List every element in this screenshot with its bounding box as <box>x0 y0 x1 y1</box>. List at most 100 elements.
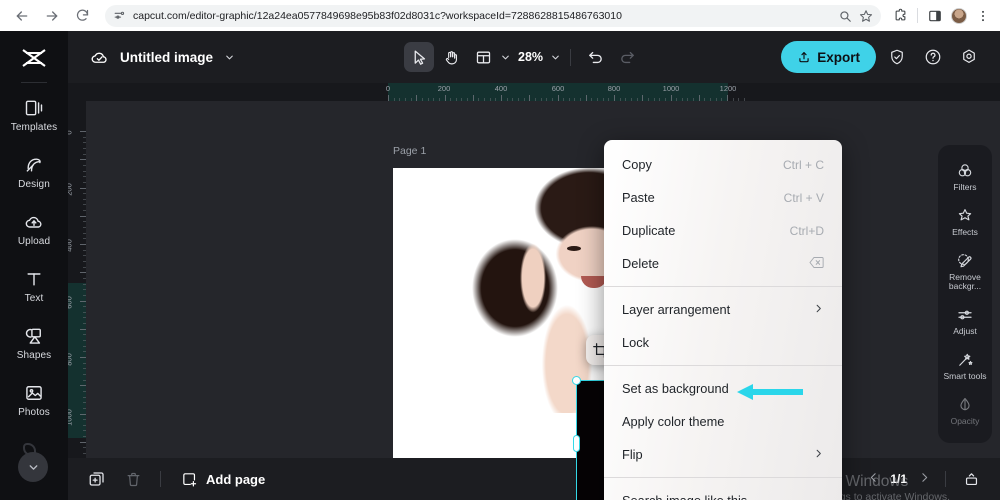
sidebar-item-shapes[interactable]: Shapes <box>0 315 68 372</box>
context-menu-item[interactable]: Search image like this <box>604 484 842 500</box>
context-menu-item[interactable]: Duplicate Ctrl+D <box>604 214 842 247</box>
add-page-label: Add page <box>206 471 266 487</box>
prev-page-button[interactable] <box>864 471 882 487</box>
canvas-area[interactable]: 0 200 400 600 800 1000 1200 0 200 400 60… <box>68 83 1000 500</box>
duplicate-page-button[interactable] <box>84 466 110 492</box>
ruler-tick <box>574 98 576 101</box>
sidebar-item-label: Design <box>18 179 50 190</box>
address-bar[interactable]: capcut.com/editor-graphic/12a24ea0577849… <box>105 4 881 27</box>
ruler-tick-label: 1000 <box>68 409 74 426</box>
star-icon[interactable] <box>859 9 873 23</box>
ruler-tick <box>83 238 86 240</box>
undo-button[interactable] <box>580 42 610 72</box>
ruler-tick <box>416 95 418 101</box>
shield-button[interactable] <box>882 42 912 72</box>
sidebar-item-text[interactable]: Text <box>0 258 68 315</box>
right-tool-opacity[interactable]: Opacity <box>938 389 992 434</box>
sidebar-item-label: Text <box>24 293 44 304</box>
divider <box>570 48 572 66</box>
ruler-tick <box>83 345 86 347</box>
ruler-tick <box>472 95 474 101</box>
present-button[interactable] <box>958 466 984 492</box>
right-tool-effects[interactable]: Effects <box>938 200 992 245</box>
gear-icon <box>963 49 975 64</box>
right-tool-remove-background[interactable]: Remove backgr... <box>938 245 992 300</box>
horizontal-ruler[interactable]: 0 200 400 600 800 1000 1200 <box>68 83 1000 101</box>
ruler-tick <box>80 357 86 358</box>
undo-icon <box>588 51 602 63</box>
extensions-button[interactable] <box>889 5 911 27</box>
right-tool-adjust[interactable]: Adjust <box>938 299 992 344</box>
smart-tools-wand-icon <box>959 353 973 366</box>
browser-actions <box>889 5 1000 27</box>
ruler-tick <box>83 147 86 149</box>
zoom-chevron-down-icon[interactable] <box>550 52 561 63</box>
hand-tool-button[interactable] <box>436 42 466 72</box>
ruler-corner <box>68 83 86 101</box>
select-tool-button[interactable] <box>404 42 434 72</box>
sidebar-item-photos[interactable]: Photos <box>0 372 68 429</box>
browser-menu-button[interactable] <box>972 5 994 27</box>
sidebar-item-upload[interactable]: Upload <box>0 201 68 258</box>
help-button[interactable] <box>918 42 948 72</box>
right-tool-filters[interactable]: Filters <box>938 155 992 200</box>
page-zoom-icon[interactable] <box>838 9 852 23</box>
ruler-tick <box>642 95 644 101</box>
sidebar-item-templates[interactable]: Templates <box>0 87 68 144</box>
document-title-group[interactable]: Untitled image <box>90 48 235 67</box>
context-menu: Copy Ctrl + C Paste Ctrl + V Duplicate Ctrl+D… <box>604 140 842 500</box>
ruler-tick <box>80 300 86 302</box>
capcut-logo[interactable] <box>17 45 51 71</box>
back-button[interactable] <box>9 3 35 29</box>
forward-button[interactable] <box>39 3 65 29</box>
ruler-tick <box>83 379 86 381</box>
ruler-tick <box>732 98 734 101</box>
context-menu-item[interactable]: Set as background <box>604 372 842 405</box>
ruler-tick <box>83 260 86 262</box>
context-menu-item[interactable]: Lock <box>604 326 842 359</box>
ruler-tick <box>602 98 604 101</box>
context-menu-item[interactable]: Delete <box>604 247 842 280</box>
context-menu-divider <box>604 286 842 287</box>
delete-page-button[interactable] <box>120 466 146 492</box>
chevron-down-icon[interactable] <box>224 52 235 63</box>
context-menu-item[interactable]: Flip <box>604 438 842 471</box>
reload-button[interactable] <box>69 3 95 29</box>
zoom-level[interactable]: 28% <box>513 50 548 64</box>
settings-button[interactable] <box>954 42 984 72</box>
vertical-ruler[interactable]: 0 200 400 600 800 1000 200 <box>68 83 86 500</box>
next-page-button[interactable] <box>915 471 933 487</box>
ruler-tick <box>427 98 429 101</box>
right-tool-smart-tools[interactable]: Smart tools <box>938 344 992 389</box>
divider <box>945 471 946 487</box>
three-dots-menu-icon <box>982 10 984 21</box>
ruler-tick <box>410 98 412 101</box>
trash-icon <box>127 472 139 486</box>
sidebar-item-design[interactable]: Design <box>0 144 68 201</box>
add-page-button[interactable]: Add page <box>181 471 265 488</box>
export-button[interactable]: Export <box>781 41 876 73</box>
ruler-tick <box>83 221 86 223</box>
sidebar-item-label: Templates <box>10 122 58 133</box>
ruler-tick <box>83 368 86 370</box>
context-menu-item[interactable]: Paste Ctrl + V <box>604 181 842 214</box>
ruler-tick <box>534 98 536 101</box>
layout-tool-button[interactable] <box>468 42 498 72</box>
sidebar-collapse-button[interactable] <box>18 443 48 482</box>
layout-chevron-down-icon[interactable] <box>500 52 511 63</box>
effects-star-icon <box>958 208 972 221</box>
context-menu-divider <box>604 477 842 478</box>
shapes-icon <box>25 328 41 344</box>
resize-handle-left-middle[interactable] <box>572 435 580 452</box>
context-menu-item[interactable]: Copy Ctrl + C <box>604 148 842 181</box>
export-label: Export <box>817 49 860 65</box>
resize-handle-top-left[interactable] <box>571 375 581 385</box>
bottom-left-group: Add page <box>84 466 265 492</box>
context-menu-item[interactable]: Apply color theme <box>604 405 842 438</box>
ruler-tick <box>83 430 86 432</box>
side-panel-button[interactable] <box>924 5 946 27</box>
profile-button[interactable] <box>948 5 970 27</box>
redo-button[interactable] <box>612 42 642 72</box>
site-settings-icon[interactable] <box>113 9 126 22</box>
context-menu-item[interactable]: Layer arrangement <box>604 293 842 326</box>
